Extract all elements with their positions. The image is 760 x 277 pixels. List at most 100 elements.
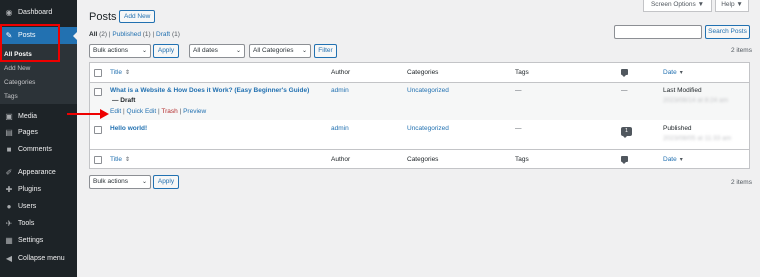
sort-icon: ⇕ — [125, 157, 131, 163]
sidebar-item-label: Settings — [18, 237, 44, 244]
select-all-checkbox[interactable] — [94, 69, 102, 77]
edit-link[interactable]: Edit — [110, 108, 121, 115]
trash-link[interactable]: Trash — [161, 108, 177, 115]
table-footer-row: Title ⇕ Author Categories Tags Date ▾ — [90, 149, 749, 169]
sort-icon: ⇕ — [125, 70, 131, 76]
column-title-label: Title — [110, 69, 123, 76]
submenu-categories[interactable]: Categories — [4, 79, 35, 86]
comments-column-icon[interactable] — [621, 156, 628, 164]
media-icon: ▣ — [5, 112, 13, 121]
posts-table: Title ⇕ Author Categories Tags Date ▾ What… — [89, 62, 750, 169]
comments-icon: ■ — [6, 145, 12, 154]
post-title-link[interactable]: What is a Website & How Does it Work? (E… — [110, 87, 309, 94]
date-status: Published — [663, 125, 692, 132]
chevron-down-icon: ⌄ — [235, 48, 241, 54]
column-tags-header: Tags — [515, 69, 529, 76]
table-header-row: Title ⇕ Author Categories Tags Date ▾ — [90, 63, 749, 83]
chevron-down-icon: ⌄ — [141, 179, 147, 185]
column-date-header[interactable]: Date ▾ — [663, 69, 683, 76]
current-menu-arrow — [73, 32, 77, 40]
plugins-icon: ✚ — [5, 185, 13, 194]
screen-options-button[interactable]: Screen Options ▼ — [643, 0, 712, 12]
chevron-down-icon: ⌄ — [301, 48, 307, 54]
category-link[interactable]: Uncategorized — [407, 125, 449, 132]
column-title-header[interactable]: Title ⇕ — [110, 69, 130, 76]
sidebar-item-tools[interactable]: ✈ Tools — [0, 215, 77, 232]
tags-value: — — [515, 125, 522, 132]
search-posts-button[interactable]: Search Posts — [705, 25, 750, 39]
sidebar-item-pages[interactable]: ▤ Pages — [0, 124, 77, 141]
post-status-views: All (2) | Published (1) | Draft (1) — [89, 31, 180, 38]
author-link[interactable]: admin — [331, 87, 349, 94]
column-author-header: Author — [331, 69, 351, 76]
row-checkbox[interactable] — [94, 126, 102, 134]
sidebar-item-dashboard[interactable]: ◉ Dashboard — [0, 4, 77, 21]
appearance-icon: ✐ — [5, 168, 13, 177]
column-categories-header: Categories — [407, 69, 439, 76]
category-link[interactable]: Uncategorized — [407, 87, 449, 94]
sidebar-item-label: Comments — [18, 146, 52, 153]
sort-icon: ▾ — [679, 70, 683, 76]
sidebar-item-posts[interactable]: ✎ Posts — [0, 27, 77, 44]
column-date-label: Date — [663, 69, 677, 76]
post-title-link[interactable]: Hello world! — [110, 125, 147, 132]
comment-icon — [621, 156, 628, 164]
column-date-header[interactable]: Date ▾ — [663, 156, 683, 163]
categories-filter-select[interactable]: All Categories ⌄ — [249, 44, 311, 58]
sidebar-item-label: Users — [18, 203, 37, 210]
bulk-actions-select-top[interactable]: Bulk actions ⌄ — [89, 44, 151, 58]
view-all[interactable]: All — [89, 31, 97, 38]
select-all-checkbox[interactable] — [94, 156, 102, 164]
sidebar-item-users[interactable]: ● Users — [0, 198, 77, 215]
bulk-actions-select-bottom[interactable]: Bulk actions ⌄ — [89, 175, 151, 189]
collapse-icon: ◀ — [5, 254, 13, 263]
sidebar-item-label: Appearance — [18, 169, 56, 176]
settings-icon: ▦ — [5, 236, 13, 245]
add-new-button[interactable]: Add New — [119, 10, 156, 23]
users-icon: ● — [6, 202, 12, 211]
preview-link[interactable]: Preview — [183, 108, 206, 115]
table-row: Hello world! admin Uncategorized — 1 Pub… — [90, 120, 749, 149]
bulk-actions-value: Bulk actions — [93, 47, 129, 54]
table-row: What is a Website & How Does it Work? (E… — [90, 83, 749, 120]
sidebar-item-appearance[interactable]: ✐ Appearance — [0, 164, 77, 181]
quick-edit-link[interactable]: Quick Edit — [127, 108, 157, 115]
submenu-add-new[interactable]: Add New — [4, 65, 30, 72]
items-count-bottom: 2 items — [731, 179, 752, 186]
comment-count-bubble[interactable]: 1 — [621, 127, 632, 138]
chevron-down-icon: ⌄ — [141, 48, 147, 54]
sidebar-item-plugins[interactable]: ✚ Plugins — [0, 181, 77, 198]
filter-button[interactable]: Filter — [314, 44, 337, 58]
view-draft-count: (1) — [171, 31, 180, 38]
pages-icon: ▤ — [5, 128, 13, 137]
sidebar-item-collapse[interactable]: ◀ Collapse menu — [0, 250, 77, 267]
sidebar-item-label: Tools — [18, 220, 35, 227]
comments-column-icon[interactable] — [621, 69, 628, 77]
view-all-count: (2) — [99, 31, 108, 38]
comments-value: — — [621, 87, 628, 94]
dates-value: All dates — [193, 47, 218, 54]
apply-button-top[interactable]: Apply — [153, 44, 179, 58]
column-title-header[interactable]: Title ⇕ — [110, 156, 130, 163]
help-button[interactable]: Help ▼ — [715, 0, 749, 12]
view-published[interactable]: Published — [112, 31, 141, 38]
submenu-all-posts[interactable]: All Posts — [4, 51, 32, 58]
pin-icon: ✎ — [5, 31, 13, 40]
sidebar-item-settings[interactable]: ▦ Settings — [0, 232, 77, 249]
admin-sidebar: ◉ Dashboard ✎ Posts All Posts Add New Ca… — [0, 0, 77, 277]
column-author-header: Author — [331, 156, 351, 163]
annotation-arrow — [67, 109, 109, 119]
view-draft[interactable]: Draft — [156, 31, 170, 38]
sidebar-item-label: Posts — [18, 32, 36, 39]
sidebar-item-comments[interactable]: ■ Comments — [0, 141, 77, 158]
sidebar-item-label: Dashboard — [18, 9, 53, 16]
search-input[interactable] — [614, 25, 702, 39]
items-count-top: 2 items — [731, 47, 752, 54]
submenu-tags[interactable]: Tags — [4, 93, 18, 100]
sidebar-item-label: Pages — [18, 129, 38, 136]
author-link[interactable]: admin — [331, 125, 349, 132]
apply-button-bottom[interactable]: Apply — [153, 175, 179, 189]
sidebar-item-label: Media — [18, 113, 38, 120]
row-checkbox[interactable] — [94, 88, 102, 96]
dates-filter-select[interactable]: All dates ⌄ — [189, 44, 245, 58]
